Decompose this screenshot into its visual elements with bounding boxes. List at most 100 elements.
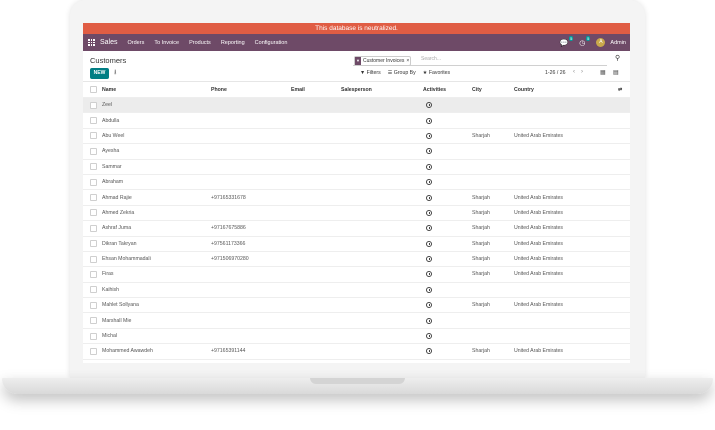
activity-clock-icon[interactable] (423, 129, 432, 143)
activity-clock-icon[interactable] (423, 206, 432, 220)
row-checkbox[interactable] (90, 129, 97, 143)
header-name[interactable]: Name (102, 82, 116, 97)
activity-clock-icon[interactable] (423, 344, 432, 358)
table-row[interactable]: Abdulla (83, 113, 630, 129)
header-city[interactable]: City (472, 82, 482, 97)
row-checkbox[interactable] (90, 267, 97, 281)
kanban-view-icon[interactable]: ▦ (600, 69, 606, 76)
row-checkbox[interactable] (90, 313, 97, 327)
row-checkbox[interactable] (90, 283, 97, 297)
pager-next-icon[interactable]: › (581, 69, 589, 75)
row-checkbox[interactable] (90, 360, 97, 363)
app-name[interactable]: Sales (100, 39, 118, 46)
table-row[interactable]: Michal (83, 329, 630, 345)
header-email[interactable]: Email (291, 82, 305, 97)
row-checkbox[interactable] (90, 206, 97, 220)
download-icon[interactable]: ⭳ (114, 68, 116, 79)
menu-orders[interactable]: Orders (128, 40, 145, 46)
row-checkbox[interactable] (90, 329, 97, 343)
new-button[interactable]: NEW (90, 68, 109, 79)
activity-clock-icon[interactable] (423, 221, 432, 235)
table-row[interactable]: Ehsan Mohammadali +971506970280 Sharjah Uni… (83, 252, 630, 268)
activities-clock-icon[interactable]: ◷ 5 (579, 35, 591, 47)
header-country[interactable]: Country (514, 82, 534, 97)
activity-clock-icon[interactable] (423, 329, 432, 343)
customer-name: Abu Weel (102, 132, 125, 139)
row-checkbox[interactable] (90, 144, 97, 158)
activity-clock-icon[interactable] (423, 98, 432, 112)
table-row[interactable]: Ahmed Zekria Sharjah United Arab Emirates (83, 206, 630, 222)
search-icon[interactable]: ⚲ (615, 54, 620, 62)
customer-name: Ayesha (102, 148, 120, 155)
control-panel: Customers NEW ⭳ ▼ Customer Invoices × Se… (83, 51, 630, 82)
table-row[interactable]: Marshall Mie (83, 313, 630, 329)
favorites-button[interactable]: ★ Favorites (423, 70, 450, 76)
favorites-label: Favorites (428, 70, 451, 76)
table-row[interactable]: Ashraf Juma +97167675886 Sharjah United Ara… (83, 221, 630, 237)
list-view-icon[interactable]: ▤ (613, 69, 619, 76)
customer-phone: +97561173366 (211, 240, 246, 247)
activity-clock-icon[interactable] (423, 160, 432, 174)
row-checkbox[interactable] (90, 113, 97, 127)
customer-country: United Arab Emirates (514, 132, 564, 139)
customer-phone: +97165391144 (211, 348, 246, 355)
row-checkbox[interactable] (90, 221, 97, 235)
user-name[interactable]: Admin (610, 40, 626, 46)
search-input[interactable]: Search... (421, 56, 441, 62)
row-checkbox[interactable] (90, 98, 97, 112)
activity-clock-icon[interactable] (423, 298, 432, 312)
activity-clock-icon[interactable] (423, 313, 432, 327)
row-checkbox[interactable] (90, 160, 97, 174)
apps-grid-icon[interactable] (88, 39, 95, 46)
table-row[interactable]: Abu Weel Sharjah United Arab Emirates (83, 129, 630, 145)
column-settings-icon[interactable]: ⇌ (618, 82, 622, 97)
table-row[interactable]: Mahlet Sollyana Sharjah United Arab Emirat… (83, 298, 630, 314)
customer-name: Sammar (102, 163, 122, 170)
table-row[interactable]: Sammar (83, 160, 630, 175)
row-checkbox[interactable] (90, 237, 97, 251)
customer-city: Sharjah (472, 271, 490, 278)
table-row[interactable]: Noor (83, 360, 630, 363)
activity-clock-icon[interactable] (423, 113, 432, 127)
select-all-checkbox[interactable] (90, 82, 97, 97)
activity-clock-icon[interactable] (423, 360, 432, 363)
activity-clock-icon[interactable] (423, 175, 432, 189)
header-activities[interactable]: Activities (423, 82, 446, 97)
customer-name: Ashraf Juma (102, 225, 132, 232)
search-box[interactable]: ▼ Customer Invoices × Search... (353, 55, 607, 66)
filters-button[interactable]: ▼ Filters (360, 70, 381, 76)
table-header: Name Phone Email Salesperson Activities … (83, 82, 630, 98)
row-checkbox[interactable] (90, 175, 97, 189)
activity-clock-icon[interactable] (423, 283, 432, 297)
header-salesperson[interactable]: Salesperson (341, 82, 372, 97)
activity-clock-icon[interactable] (423, 237, 432, 251)
pager-value[interactable]: 1-26 / 26 (545, 70, 565, 76)
facet-close-icon[interactable]: × (406, 58, 409, 64)
table-row[interactable]: Mohammed Awawdeh +97165391144 Sharjah Unite… (83, 344, 630, 360)
row-checkbox[interactable] (90, 344, 97, 358)
row-checkbox[interactable] (90, 298, 97, 312)
table-row[interactable]: Ahmad Rajie +97165331678 Sharjah United Ara… (83, 190, 630, 206)
pager-prev-icon[interactable]: ‹ (573, 69, 581, 75)
menu-products[interactable]: Products (189, 40, 211, 46)
menu-configuration[interactable]: Configuration (255, 40, 288, 46)
row-checkbox[interactable] (90, 190, 97, 204)
messages-icon[interactable]: 💬 5 (560, 35, 574, 47)
user-avatar[interactable]: A (596, 38, 606, 47)
table-row[interactable]: Kaihish (83, 283, 630, 299)
table-row[interactable]: Firas Sharjah United Arab Emirates (83, 267, 630, 283)
table-row[interactable]: Dikran Takryan +97561173366 Sharjah United … (83, 237, 630, 252)
table-row[interactable]: Abraham (83, 175, 630, 191)
table-row[interactable]: Ayesha (83, 144, 630, 160)
menu-reporting[interactable]: Reporting (221, 40, 245, 46)
menu-to-invoice[interactable]: To Invoice (154, 40, 179, 46)
customer-name: Ehsan Mohammadali (102, 256, 151, 263)
activity-clock-icon[interactable] (423, 144, 432, 158)
table-row[interactable]: Zeel (83, 98, 630, 114)
activity-clock-icon[interactable] (423, 190, 432, 204)
header-phone[interactable]: Phone (211, 82, 227, 97)
group-by-button[interactable]: ☰ Group By (388, 70, 416, 76)
row-checkbox[interactable] (90, 252, 97, 266)
activity-clock-icon[interactable] (423, 252, 432, 266)
activity-clock-icon[interactable] (423, 267, 432, 281)
